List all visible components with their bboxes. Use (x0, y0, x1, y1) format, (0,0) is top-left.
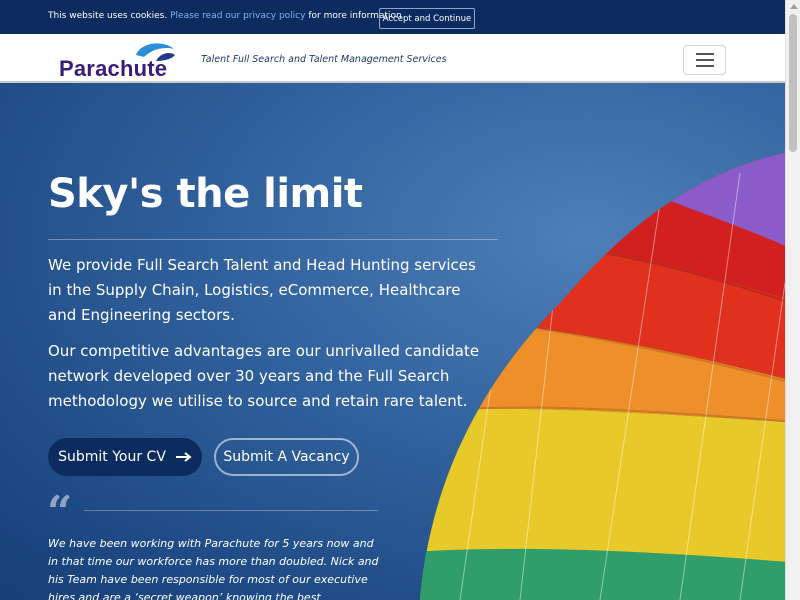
scroll-up-arrow-icon[interactable] (790, 4, 798, 9)
page-scrollbar[interactable] (785, 0, 800, 600)
scrollbar-thumb[interactable] (789, 14, 797, 152)
submit-vacancy-label: Submit A Vacancy (223, 449, 350, 465)
quote-divider (84, 510, 378, 511)
logo[interactable]: Parachute (59, 56, 167, 82)
hero-section: Sky's the limit We provide Full Search T… (0, 83, 785, 600)
site-header: Parachute Talent Full Search and Talent … (0, 34, 785, 83)
privacy-policy-link[interactable]: Please read our privacy policy (170, 11, 305, 21)
hero-divider (48, 239, 498, 240)
submit-vacancy-button[interactable]: Submit A Vacancy (214, 438, 359, 476)
cookie-message: This website uses cookies. Please read o… (48, 11, 402, 21)
cookie-text-before: This website uses cookies. (48, 11, 168, 21)
hero-intro-paragraph: We provide Full Search Talent and Head H… (48, 256, 476, 324)
hero-advantages-paragraph: Our competitive advantages are our unriv… (48, 342, 480, 410)
accept-cookies-button[interactable]: Accept and Continue (379, 8, 475, 29)
testimonial-text: We have been working with Parachute for … (48, 537, 379, 600)
hamburger-menu-button[interactable] (683, 45, 726, 75)
hero-title: Sky's the limit (48, 171, 363, 217)
tagline: Talent Full Search and Talent Management… (201, 54, 447, 65)
cookie-banner: This website uses cookies. Please read o… (0, 0, 785, 34)
submit-cv-button[interactable]: Submit Your CV (48, 438, 202, 476)
hamburger-menu-icon (695, 59, 714, 61)
submit-cv-label: Submit Your CV (58, 449, 166, 465)
hamburger-menu-icon (695, 53, 714, 55)
quote-icon: “ (47, 487, 73, 538)
hamburger-menu-icon (695, 65, 714, 67)
arrow-right-icon (175, 452, 192, 462)
